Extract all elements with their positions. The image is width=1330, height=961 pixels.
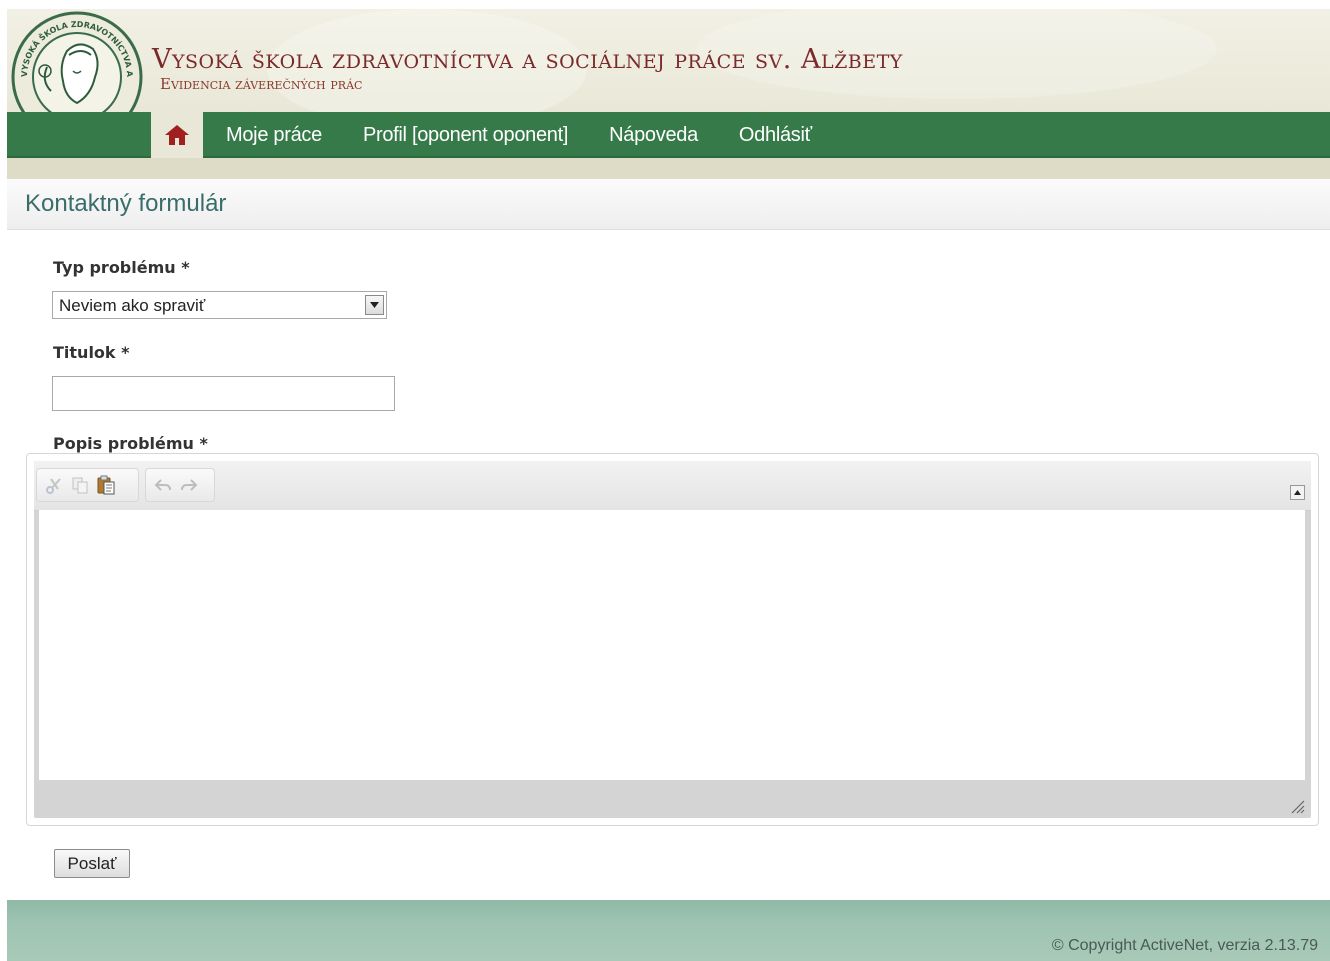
problem-type-select[interactable]: Neviem ako spraviť — [52, 291, 387, 319]
title-label: Titulok * — [53, 343, 130, 362]
copyright-text: © Copyright ActiveNet, verzia 2.13.79 — [1051, 937, 1318, 954]
nav-item-logout[interactable]: Odhlásiť — [739, 124, 812, 147]
nav-menu: Moje práce Profil [oponent oponent] Nápo… — [226, 112, 853, 158]
site-subtitle: Evidencia záverečných prác — [160, 75, 363, 93]
title-input[interactable] — [52, 376, 395, 411]
problem-type-label: Typ problému * — [53, 258, 190, 277]
site-header: VYSOKÁ ŠKOLA ZDRAVOTNÍCTVA A SOCIÁLNEJ P… — [7, 9, 1330, 179]
undo-icon[interactable] — [150, 472, 176, 498]
page-title: Kontaktný formulár — [25, 190, 227, 217]
paste-icon[interactable] — [93, 472, 119, 498]
main-navbar: Moje práce Profil [oponent oponent] Nápo… — [7, 112, 1330, 158]
description-label: Popis problému * — [53, 434, 208, 453]
home-icon — [165, 125, 189, 145]
nav-item-profile[interactable]: Profil [oponent oponent] — [363, 124, 568, 147]
clipboard-group — [36, 468, 139, 502]
cut-icon[interactable] — [41, 472, 67, 498]
nav-item-my-theses[interactable]: Moje práce — [226, 124, 322, 147]
submit-button[interactable]: Poslať — [54, 849, 130, 878]
rich-text-editor — [26, 453, 1319, 826]
description-editor-area[interactable] — [39, 510, 1305, 780]
header-titles: Vysoká škola zdravotníctva a sociálnej p… — [152, 44, 903, 94]
page-title-bar: Kontaktný formulár — [7, 179, 1330, 230]
resize-grip-icon[interactable] — [1289, 798, 1305, 814]
history-group — [145, 468, 215, 502]
redo-icon[interactable] — [176, 472, 202, 498]
site-footer: © Copyright ActiveNet, verzia 2.13.79 — [7, 900, 1330, 961]
header-bottom-band — [7, 158, 1330, 179]
editor-toolbar — [34, 461, 1311, 511]
editor-frame — [34, 461, 1311, 818]
page: VYSOKÁ ŠKOLA ZDRAVOTNÍCTVA A SOCIÁLNEJ P… — [7, 9, 1330, 961]
site-title: Vysoká škola zdravotníctva a sociálnej p… — [152, 44, 903, 75]
nav-home-button[interactable] — [151, 112, 203, 158]
nav-item-help[interactable]: Nápoveda — [609, 124, 698, 147]
collapse-toolbar-icon[interactable] — [1290, 485, 1305, 500]
copy-icon[interactable] — [67, 472, 93, 498]
dropdown-arrow-icon[interactable] — [365, 295, 384, 315]
problem-type-value: Neviem ako spraviť — [59, 296, 206, 315]
